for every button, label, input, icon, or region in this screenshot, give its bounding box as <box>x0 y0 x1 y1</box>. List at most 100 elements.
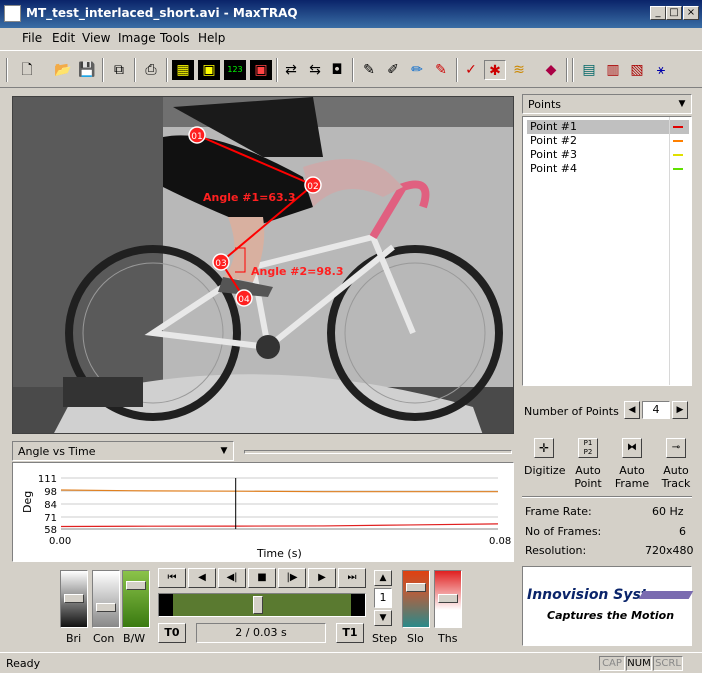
digitize-button[interactable]: ✛ Digitize <box>524 436 565 486</box>
arrows-icon[interactable]: ⇆ <box>304 60 326 80</box>
copy-icon[interactable]: ⧉ <box>108 60 130 80</box>
y-axis-label: Deg <box>21 491 34 513</box>
toolbar: 🗋 📂 💾 ⧉ ⎙ ▦ ▣ 123 ▣ ⇄ ⇆ ◘ ✎ ✐ ✏ ✎ ✓ ✱ ≋ … <box>0 50 702 88</box>
color-swatch <box>673 154 683 156</box>
auto-point-button[interactable]: P1 P2 Auto Point <box>568 436 608 490</box>
angle-2-label: Angle #2=98.3 <box>251 265 344 278</box>
t1-button[interactable]: T1 <box>336 623 364 643</box>
frame-slider[interactable] <box>158 593 366 617</box>
threshold-slider[interactable] <box>434 570 462 628</box>
list-item-point-2[interactable]: Point #2 <box>527 134 689 148</box>
graph-scrollbar[interactable] <box>244 450 512 454</box>
slider-knob[interactable] <box>438 594 458 603</box>
last-frame-button[interactable]: ⏭ <box>338 568 366 588</box>
slider-knob[interactable] <box>126 581 146 590</box>
list-item-point-4[interactable]: Point #4 <box>527 162 689 176</box>
marker-03[interactable]: 03 <box>212 253 230 271</box>
title-bar[interactable]: MT_test_interlaced_short.avi - MaxTRAQ _… <box>0 0 702 28</box>
num-indicator: NUM <box>626 656 652 671</box>
stop-button[interactable]: ■ <box>248 568 276 588</box>
maximize-button[interactable]: □ <box>666 6 682 20</box>
slider-knob[interactable] <box>96 603 116 612</box>
step-forward-button[interactable]: |▶ <box>278 568 306 588</box>
contrast-label: Con <box>93 632 115 645</box>
svg-text:02: 02 <box>307 182 318 192</box>
number-of-points-field[interactable]: 4 <box>642 401 670 419</box>
video-frame[interactable]: 01 02 03 04 Angle #1=63.3 Angle #2=98.3 <box>12 96 514 434</box>
new-icon[interactable]: 🗋 <box>16 60 38 80</box>
swap-icon[interactable]: ⇄ <box>280 60 302 80</box>
open-folder-icon[interactable]: 📂 <box>52 60 74 80</box>
t0-button[interactable]: T0 <box>158 623 186 643</box>
slider-knob[interactable] <box>64 594 84 603</box>
play-button[interactable]: ▶ <box>308 568 336 588</box>
bw-slider[interactable] <box>122 570 150 628</box>
frame-time-display: 2 / 0.03 s <box>196 623 326 643</box>
digitized-overlay: 01 02 03 04 Angle #1=63.3 Angle #2=98.3 <box>188 126 344 307</box>
color-swatch <box>673 168 683 170</box>
minimize-button[interactable]: _ <box>650 6 666 20</box>
close-button[interactable]: × <box>683 6 699 20</box>
menu-bar: File Edit View Image Tools Help <box>0 28 702 48</box>
pen-icon[interactable]: ✎ <box>358 60 380 80</box>
step-up-button[interactable]: ▲ <box>374 570 392 586</box>
points-dropdown[interactable]: Points ▼ <box>522 94 692 114</box>
book-icon[interactable]: ◆ <box>540 60 562 80</box>
slow-slider[interactable] <box>402 570 430 628</box>
frame-123-icon[interactable]: 123 <box>224 60 246 80</box>
step-label: Step <box>372 632 398 645</box>
number-of-points-label: Number of Points <box>524 405 619 418</box>
color-swatch <box>673 140 683 142</box>
first-frame-button[interactable]: ⏮ <box>158 568 186 588</box>
frames-label: No of Frames: <box>525 525 602 538</box>
increment-points-button[interactable]: ▶ <box>672 401 688 419</box>
frame-slider-thumb[interactable] <box>253 596 263 614</box>
marker-01[interactable]: 01 <box>188 126 206 144</box>
wave-icon[interactable]: ≋ <box>508 60 530 80</box>
pen-red-icon[interactable]: ✎ <box>430 60 452 80</box>
slider-knob[interactable] <box>406 583 426 592</box>
brightness-slider[interactable] <box>60 570 88 628</box>
marker-02[interactable]: 02 <box>304 176 322 194</box>
auto-track-icon: ⊸ <box>666 438 686 458</box>
points-list[interactable]: Point #1 Point #2 Point #3 Point #4 <box>522 116 692 386</box>
grid-icon[interactable]: ▦ <box>172 60 194 80</box>
menu-help[interactable]: Help <box>198 31 225 45</box>
chart-icon[interactable]: ▥ <box>602 60 624 80</box>
decrement-points-button[interactable]: ◀ <box>624 401 640 419</box>
move-points-icon[interactable]: ◘ <box>326 60 348 80</box>
pen-edit-icon[interactable]: ✏ <box>406 60 428 80</box>
chevron-down-icon: ▼ <box>678 99 686 109</box>
list-item-point-3[interactable]: Point #3 <box>527 148 689 162</box>
menu-file[interactable]: File <box>22 31 42 45</box>
print-icon[interactable]: ⎙ <box>140 60 162 80</box>
step-back-button[interactable]: ◀| <box>218 568 246 588</box>
list-item-point-1[interactable]: Point #1 <box>527 120 689 134</box>
auto-track-button[interactable]: ⊸ Auto Track <box>656 436 696 490</box>
step-down-button[interactable]: ▼ <box>374 610 392 626</box>
calculator-icon[interactable]: ▤ <box>578 60 600 80</box>
export-icon[interactable]: ▧ <box>626 60 648 80</box>
magic-wand-icon[interactable]: ⚹ <box>650 60 672 80</box>
save-icon[interactable]: 💾 <box>76 60 98 80</box>
menu-edit[interactable]: Edit <box>52 31 75 45</box>
menu-tools[interactable]: Tools <box>160 31 190 45</box>
check-icon[interactable]: ✓ <box>460 60 482 80</box>
contrast-slider[interactable] <box>92 570 120 628</box>
status-bar: Ready CAP NUM SCRL <box>0 652 702 673</box>
y-tick-label: 71 <box>44 513 57 524</box>
prev-button[interactable]: ◀ <box>188 568 216 588</box>
menu-image[interactable]: Image <box>118 31 156 45</box>
menu-view[interactable]: View <box>82 31 110 45</box>
frame-icon[interactable]: ▣ <box>198 60 220 80</box>
app-icon <box>4 5 21 22</box>
step-field[interactable]: 1 <box>374 588 392 608</box>
logo-tagline: Captures the Motion <box>547 609 675 622</box>
pen-sparkle-icon[interactable]: ✐ <box>382 60 404 80</box>
figure-icon[interactable]: ✱ <box>484 60 506 80</box>
auto-frame-button[interactable]: ⧓ Auto Frame <box>612 436 652 490</box>
frame-red-icon[interactable]: ▣ <box>250 60 272 80</box>
marker-04[interactable]: 04 <box>235 289 253 307</box>
angle-1-label: Angle #1=63.3 <box>203 191 296 204</box>
graph-dropdown[interactable]: Angle vs Time ▼ <box>12 441 234 461</box>
